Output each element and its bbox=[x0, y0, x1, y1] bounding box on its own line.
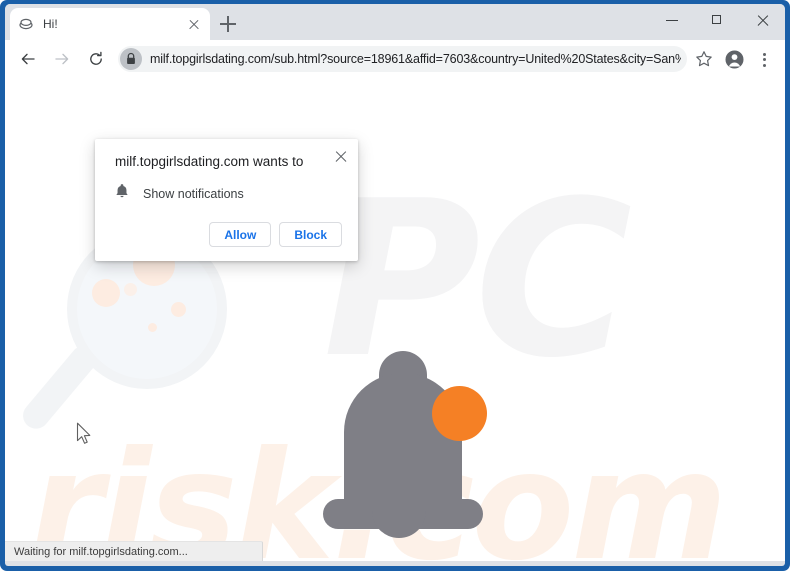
notification-permission-dialog: milf.topgirlsdating.com wants to Show no… bbox=[95, 139, 358, 261]
permission-label: Show notifications bbox=[143, 186, 244, 201]
window-close-icon[interactable] bbox=[740, 4, 785, 36]
block-button[interactable]: Block bbox=[279, 222, 342, 247]
back-arrow-icon[interactable] bbox=[14, 45, 42, 73]
tab-title: Hi! bbox=[43, 17, 58, 31]
maximize-icon[interactable] bbox=[695, 4, 740, 36]
address-bar[interactable]: milf.topgirlsdating.com/sub.html?source=… bbox=[118, 45, 687, 72]
bell-graphic-icon bbox=[315, 351, 490, 560]
browser-window-inner: Hi! milf.topgirlsdating.com/sub.html?sou… bbox=[5, 4, 785, 566]
globe-favicon-icon bbox=[18, 16, 34, 32]
allow-button[interactable]: Allow bbox=[209, 222, 272, 247]
window-controls bbox=[650, 4, 785, 40]
browser-tab[interactable]: Hi! bbox=[10, 8, 210, 40]
tab-strip: Hi! bbox=[5, 4, 785, 40]
status-bar-text: Waiting for milf.topgirlsdating.com... bbox=[14, 545, 188, 558]
permission-row: Show notifications bbox=[95, 171, 358, 204]
notification-badge bbox=[432, 386, 487, 441]
dialog-title: milf.topgirlsdating.com wants to bbox=[115, 154, 304, 169]
three-dot-menu-icon[interactable] bbox=[750, 45, 778, 73]
reload-icon[interactable] bbox=[82, 45, 110, 73]
dialog-actions: Allow Block bbox=[95, 204, 358, 261]
page-viewport: PC risk.com bbox=[5, 77, 785, 561]
browser-toolbar: milf.topgirlsdating.com/sub.html?source=… bbox=[5, 40, 785, 77]
minimize-icon[interactable] bbox=[650, 4, 695, 36]
lock-icon[interactable] bbox=[120, 47, 142, 70]
mouse-cursor-icon bbox=[76, 422, 94, 448]
new-tab-button[interactable] bbox=[217, 13, 239, 35]
bell-icon bbox=[115, 183, 131, 204]
browser-window: Hi! milf.topgirlsdating.com/sub.html?sou… bbox=[0, 0, 790, 571]
dialog-close-icon[interactable] bbox=[332, 147, 350, 165]
star-icon[interactable] bbox=[690, 45, 718, 73]
magnifier-watermark-icon bbox=[17, 229, 253, 444]
tab-close-icon[interactable] bbox=[186, 16, 202, 32]
forward-arrow-icon bbox=[48, 45, 76, 73]
url-text[interactable]: milf.topgirlsdating.com/sub.html?source=… bbox=[150, 52, 681, 66]
status-bar: Waiting for milf.topgirlsdating.com... bbox=[5, 541, 263, 561]
avatar-icon[interactable] bbox=[720, 45, 748, 73]
